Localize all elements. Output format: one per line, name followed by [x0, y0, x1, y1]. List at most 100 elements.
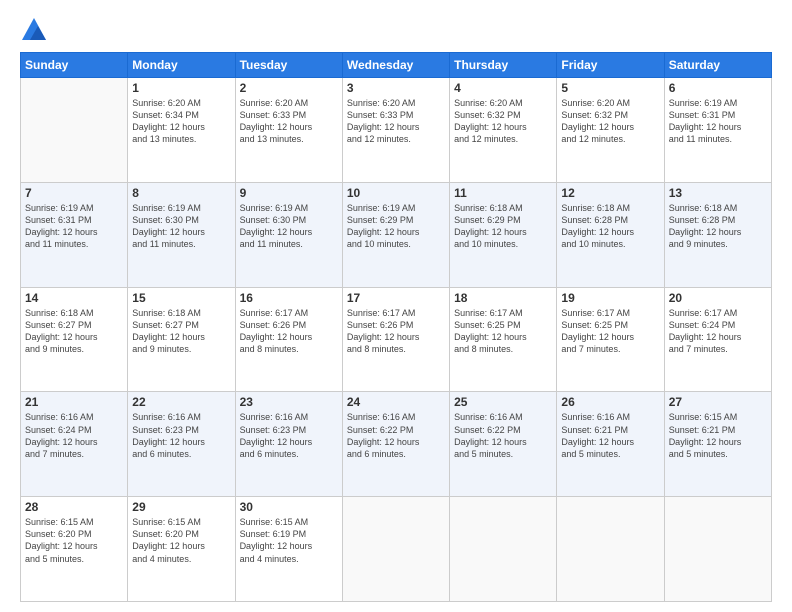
calendar-cell: [21, 78, 128, 183]
day-info: Sunrise: 6:20 AM Sunset: 6:32 PM Dayligh…: [454, 97, 552, 146]
day-number: 28: [25, 500, 123, 514]
day-number: 3: [347, 81, 445, 95]
day-info: Sunrise: 6:20 AM Sunset: 6:33 PM Dayligh…: [240, 97, 338, 146]
day-number: 14: [25, 291, 123, 305]
day-info: Sunrise: 6:16 AM Sunset: 6:23 PM Dayligh…: [240, 411, 338, 460]
day-number: 15: [132, 291, 230, 305]
logo-icon: [20, 16, 48, 44]
day-number: 22: [132, 395, 230, 409]
calendar-cell: 26 Sunrise: 6:16 AM Sunset: 6:21 PM Dayli…: [557, 392, 664, 497]
day-number: 11: [454, 186, 552, 200]
calendar-cell: 13Sunrise: 6:18 AM Sunset: 6:28 PM Dayli…: [664, 182, 771, 287]
calendar-cell: 10 Sunrise: 6:19 AM Sunset: 6:29 PM Dayli…: [342, 182, 449, 287]
calendar-cell: [664, 497, 771, 602]
calendar-cell: 16 Sunrise: 6:17 AM Sunset: 6:26 PM Dayli…: [235, 287, 342, 392]
day-info: Sunrise: 6:16 AM Sunset: 6:22 PM Dayligh…: [347, 411, 445, 460]
day-number: 7: [25, 186, 123, 200]
day-info: Sunrise: 6:19 AM Sunset: 6:30 PM Dayligh…: [240, 202, 338, 251]
day-number: 30: [240, 500, 338, 514]
day-number: 19: [561, 291, 659, 305]
day-info: Sunrise: 6:18 AM Sunset: 6:27 PM Dayligh…: [132, 307, 230, 356]
calendar-cell: [557, 497, 664, 602]
calendar-cell: 9 Sunrise: 6:19 AM Sunset: 6:30 PM Daylig…: [235, 182, 342, 287]
calendar-cell: 27Sunrise: 6:15 AM Sunset: 6:21 PM Dayli…: [664, 392, 771, 497]
day-info: Sunrise: 6:15 AM Sunset: 6:19 PM Dayligh…: [240, 516, 338, 565]
calendar-cell: 5 Sunrise: 6:20 AM Sunset: 6:32 PM Daylig…: [557, 78, 664, 183]
page: SundayMondayTuesdayWednesdayThursdayFrid…: [0, 0, 792, 612]
calendar-week-row: 7 Sunrise: 6:19 AM Sunset: 6:31 PM Daylig…: [21, 182, 772, 287]
calendar-week-row: 14 Sunrise: 6:18 AM Sunset: 6:27 PM Dayli…: [21, 287, 772, 392]
calendar-header-sunday: Sunday: [21, 53, 128, 78]
day-info: Sunrise: 6:18 AM Sunset: 6:28 PM Dayligh…: [669, 202, 767, 251]
day-number: 24: [347, 395, 445, 409]
calendar-table: SundayMondayTuesdayWednesdayThursdayFrid…: [20, 52, 772, 602]
day-info: Sunrise: 6:16 AM Sunset: 6:24 PM Dayligh…: [25, 411, 123, 460]
calendar-cell: [342, 497, 449, 602]
day-info: Sunrise: 6:19 AM Sunset: 6:30 PM Dayligh…: [132, 202, 230, 251]
logo: [20, 16, 52, 44]
calendar-cell: 6Sunrise: 6:19 AM Sunset: 6:31 PM Daylig…: [664, 78, 771, 183]
day-number: 18: [454, 291, 552, 305]
day-info: Sunrise: 6:17 AM Sunset: 6:24 PM Dayligh…: [669, 307, 767, 356]
day-number: 25: [454, 395, 552, 409]
day-number: 9: [240, 186, 338, 200]
day-info: Sunrise: 6:20 AM Sunset: 6:32 PM Dayligh…: [561, 97, 659, 146]
day-info: Sunrise: 6:19 AM Sunset: 6:29 PM Dayligh…: [347, 202, 445, 251]
day-number: 2: [240, 81, 338, 95]
day-info: Sunrise: 6:16 AM Sunset: 6:21 PM Dayligh…: [561, 411, 659, 460]
calendar-cell: 20 Sunrise: 6:17 AM Sunset: 6:24 PM Dayli…: [664, 287, 771, 392]
calendar-cell: 18 Sunrise: 6:17 AM Sunset: 6:25 PM Dayli…: [450, 287, 557, 392]
day-number: 20: [669, 291, 767, 305]
day-info: Sunrise: 6:15 AM Sunset: 6:20 PM Dayligh…: [25, 516, 123, 565]
header: [20, 16, 772, 44]
day-number: 1: [132, 81, 230, 95]
calendar-header-friday: Friday: [557, 53, 664, 78]
calendar-header-thursday: Thursday: [450, 53, 557, 78]
day-info: Sunrise: 6:17 AM Sunset: 6:26 PM Dayligh…: [240, 307, 338, 356]
calendar-cell: 12Sunrise: 6:18 AM Sunset: 6:28 PM Dayli…: [557, 182, 664, 287]
day-info: Sunrise: 6:19 AM Sunset: 6:31 PM Dayligh…: [669, 97, 767, 146]
calendar-cell: [450, 497, 557, 602]
day-number: 8: [132, 186, 230, 200]
day-info: Sunrise: 6:20 AM Sunset: 6:33 PM Dayligh…: [347, 97, 445, 146]
calendar-cell: 14Sunrise: 6:18 AM Sunset: 6:27 PM Dayli…: [21, 287, 128, 392]
calendar-header-monday: Monday: [128, 53, 235, 78]
calendar-cell: 30 Sunrise: 6:15 AM Sunset: 6:19 PM Dayli…: [235, 497, 342, 602]
day-number: 23: [240, 395, 338, 409]
calendar-week-row: 21 Sunrise: 6:16 AM Sunset: 6:24 PM Dayli…: [21, 392, 772, 497]
calendar-header-tuesday: Tuesday: [235, 53, 342, 78]
calendar-cell: 3 Sunrise: 6:20 AM Sunset: 6:33 PM Daylig…: [342, 78, 449, 183]
day-number: 17: [347, 291, 445, 305]
calendar-cell: 23 Sunrise: 6:16 AM Sunset: 6:23 PM Dayli…: [235, 392, 342, 497]
calendar-cell: 29 Sunrise: 6:15 AM Sunset: 6:20 PM Dayli…: [128, 497, 235, 602]
calendar-cell: 15 Sunrise: 6:18 AM Sunset: 6:27 PM Dayli…: [128, 287, 235, 392]
day-number: 4: [454, 81, 552, 95]
day-info: Sunrise: 6:15 AM Sunset: 6:20 PM Dayligh…: [132, 516, 230, 565]
calendar-cell: 8 Sunrise: 6:19 AM Sunset: 6:30 PM Daylig…: [128, 182, 235, 287]
day-number: 5: [561, 81, 659, 95]
day-info: Sunrise: 6:19 AM Sunset: 6:31 PM Dayligh…: [25, 202, 123, 251]
calendar-cell: 4 Sunrise: 6:20 AM Sunset: 6:32 PM Daylig…: [450, 78, 557, 183]
calendar-header-wednesday: Wednesday: [342, 53, 449, 78]
calendar-header-row: SundayMondayTuesdayWednesdayThursdayFrid…: [21, 53, 772, 78]
day-number: 26: [561, 395, 659, 409]
day-number: 16: [240, 291, 338, 305]
day-number: 21: [25, 395, 123, 409]
calendar-cell: 1 Sunrise: 6:20 AM Sunset: 6:34 PM Daylig…: [128, 78, 235, 183]
day-number: 29: [132, 500, 230, 514]
calendar-cell: 19 Sunrise: 6:17 AM Sunset: 6:25 PM Dayli…: [557, 287, 664, 392]
calendar-cell: 21 Sunrise: 6:16 AM Sunset: 6:24 PM Dayli…: [21, 392, 128, 497]
calendar-week-row: 28 Sunrise: 6:15 AM Sunset: 6:20 PM Dayli…: [21, 497, 772, 602]
day-info: Sunrise: 6:17 AM Sunset: 6:25 PM Dayligh…: [561, 307, 659, 356]
calendar-cell: 24 Sunrise: 6:16 AM Sunset: 6:22 PM Dayli…: [342, 392, 449, 497]
day-info: Sunrise: 6:18 AM Sunset: 6:28 PM Dayligh…: [561, 202, 659, 251]
day-info: Sunrise: 6:17 AM Sunset: 6:26 PM Dayligh…: [347, 307, 445, 356]
day-info: Sunrise: 6:16 AM Sunset: 6:22 PM Dayligh…: [454, 411, 552, 460]
calendar-cell: 28 Sunrise: 6:15 AM Sunset: 6:20 PM Dayli…: [21, 497, 128, 602]
day-number: 10: [347, 186, 445, 200]
day-info: Sunrise: 6:20 AM Sunset: 6:34 PM Dayligh…: [132, 97, 230, 146]
day-info: Sunrise: 6:15 AM Sunset: 6:21 PM Dayligh…: [669, 411, 767, 460]
calendar-cell: 17 Sunrise: 6:17 AM Sunset: 6:26 PM Dayli…: [342, 287, 449, 392]
day-info: Sunrise: 6:17 AM Sunset: 6:25 PM Dayligh…: [454, 307, 552, 356]
calendar-cell: 2 Sunrise: 6:20 AM Sunset: 6:33 PM Daylig…: [235, 78, 342, 183]
